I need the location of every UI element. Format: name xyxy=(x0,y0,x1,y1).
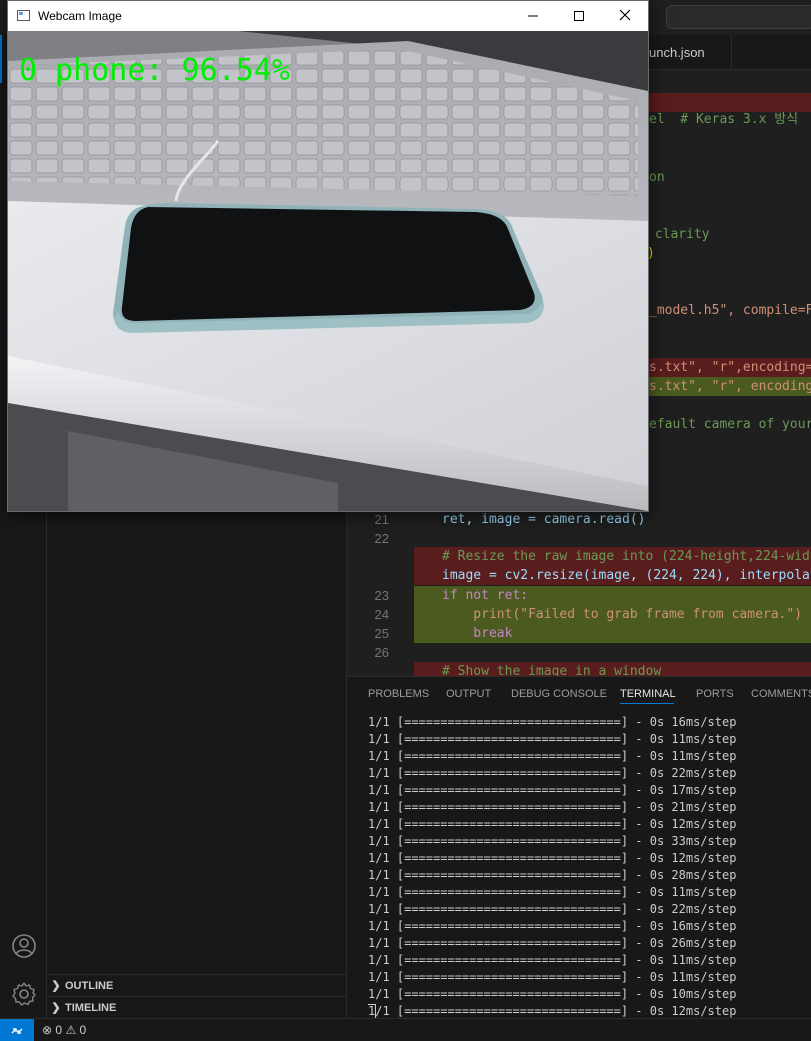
line-text: on xyxy=(649,170,665,185)
remote-icon xyxy=(11,1028,23,1034)
terminal-line: 1/1 [==============================] - 0… xyxy=(368,970,737,984)
bottom-panel: PROBLEMS OUTPUT DEBUG CONSOLE TERMINAL P… xyxy=(347,676,811,1019)
line-text: s.txt", "r",encoding="ut xyxy=(649,360,811,375)
line-text: ret, image = camera.read() xyxy=(442,512,646,527)
remote-indicator-button[interactable] xyxy=(0,1019,34,1041)
tab-output[interactable]: OUTPUT xyxy=(446,677,491,712)
line-text: efault camera of your co xyxy=(649,417,811,432)
tab-debug-console[interactable]: DEBUG CONSOLE xyxy=(511,677,607,712)
line-number: 24 xyxy=(374,607,389,622)
terminal-line-text: 1/1 [==============================] - 0… xyxy=(368,1004,737,1018)
line-number: 22 xyxy=(374,531,389,546)
line-text: image = cv2.resize(image, (224, 224), in… xyxy=(442,568,811,583)
terminal-output[interactable]: 1/1 [==============================] - 0… xyxy=(368,714,811,1019)
timeline-label: TIMELINE xyxy=(65,1002,117,1014)
line-number: 21 xyxy=(374,512,389,527)
error-count: 0 xyxy=(55,1023,63,1037)
code-line: 22 xyxy=(347,529,811,548)
code-line: 26 xyxy=(347,643,811,662)
terminal-line: 1/1 [==============================] - 0… xyxy=(368,715,737,729)
window-app-icon xyxy=(17,10,30,21)
problems-status-item[interactable]: ⊗ 0 ⚠ 0 xyxy=(42,1019,86,1041)
terminal-line: 1/1 [==============================] - 0… xyxy=(368,749,737,763)
line-text: break xyxy=(442,626,513,641)
tab-ports[interactable]: PORTS xyxy=(696,677,734,712)
terminal-line: 1/1 [==============================] - 0… xyxy=(368,783,737,797)
webcam-frame: 0 phone: 96.54% xyxy=(8,31,648,511)
gear-icon[interactable] xyxy=(11,981,37,1007)
terminal-line: 1/1 [==============================] - 0… xyxy=(368,834,737,848)
tab-terminal[interactable]: TERMINAL xyxy=(620,677,676,712)
minimize-button-real[interactable] xyxy=(510,1,556,31)
terminal-line: 1/1 [==============================] - 0… xyxy=(368,868,737,882)
warning-icon: ⚠ xyxy=(65,1023,77,1037)
webcam-titlebar[interactable]: Webcam Image xyxy=(8,1,648,31)
code-line: 24 print("Failed to grab frame from came… xyxy=(347,605,811,624)
line-text: print("Failed to grab frame from camera.… xyxy=(442,607,803,622)
outline-section-header[interactable]: ❯ OUTLINE xyxy=(47,974,347,996)
code-line: 25 break xyxy=(347,624,811,643)
terminal-line: 1/1 [==============================] - 0… xyxy=(368,817,737,831)
line-text: clarity xyxy=(647,227,710,242)
line-text: _model.h5", compile=False xyxy=(649,303,811,318)
webcam-window[interactable]: Webcam Image 0 phone: 96.54% xyxy=(7,0,649,512)
code-line: 21 ret, image = camera.read() xyxy=(347,510,811,529)
tab-problems[interactable]: PROBLEMS xyxy=(368,677,429,712)
detection-label: 0 phone: 96.54% xyxy=(19,53,290,88)
error-icon: ⊗ xyxy=(42,1023,53,1037)
terminal-line: 1/1 [==============================] - 0… xyxy=(368,800,737,814)
chevron-right-icon: ❯ xyxy=(51,1002,61,1014)
code-line: # Resize the raw image into (224-height,… xyxy=(414,547,811,566)
timeline-section-header[interactable]: ❯ TIMELINE xyxy=(47,996,347,1018)
line-text: s.txt", "r", encoding="u xyxy=(649,379,811,394)
line-number: 23 xyxy=(374,588,389,603)
line-number: 26 xyxy=(374,645,389,660)
terminal-line: 1/1 [==============================] - 0… xyxy=(368,987,737,1001)
code-line: image = cv2.resize(image, (224, 224), in… xyxy=(414,566,811,585)
terminal-line: 1/1 [==============================] - 0… xyxy=(368,732,737,746)
terminal-line: 1/1 [==============================] - 0… xyxy=(368,936,737,950)
minimize-icon xyxy=(528,15,538,17)
code-line: # Show the image in a window xyxy=(414,662,811,676)
window-title: Webcam Image xyxy=(38,9,122,23)
terminal-line: 1/1 [==============================] - 0… xyxy=(368,953,737,967)
command-center-search[interactable] xyxy=(666,5,811,29)
terminal-line-last: 1/1 [==============================] - 0… xyxy=(368,1003,811,1019)
terminal-line: 1/1 [==============================] - 0… xyxy=(368,851,737,865)
chevron-right-icon: ❯ xyxy=(51,980,61,992)
terminal-line: 1/1 [==============================] - 0… xyxy=(368,766,737,780)
active-view-indicator xyxy=(0,35,2,83)
maximize-icon xyxy=(574,11,584,21)
account-icon[interactable] xyxy=(11,933,37,959)
line-text: if not ret: xyxy=(442,588,529,603)
warning-count: 0 xyxy=(79,1023,87,1037)
terminal-line: 1/1 [==============================] - 0… xyxy=(368,919,737,933)
maximize-button[interactable] xyxy=(556,1,602,31)
tab-comments[interactable]: COMMENTS xyxy=(751,677,811,712)
tab-launch-json[interactable]: unch.json xyxy=(647,35,732,70)
status-bar: ⊗ 0 ⚠ 0 xyxy=(0,1018,811,1041)
line-number: 25 xyxy=(374,626,389,641)
line-text: # Resize the raw image into (224-height,… xyxy=(442,549,811,564)
webcam-photo xyxy=(8,31,648,511)
close-button[interactable] xyxy=(602,1,648,31)
close-icon xyxy=(619,9,631,21)
outline-label: OUTLINE xyxy=(65,980,114,992)
terminal-line: 1/1 [==============================] - 0… xyxy=(368,902,737,916)
line-text: # Show the image in a window xyxy=(442,664,662,676)
code-line: 23 if not ret: xyxy=(347,586,811,605)
active-tab-underline xyxy=(620,703,674,704)
line-text: el # Keras 3.x 방식 xyxy=(649,112,799,127)
terminal-line: 1/1 [==============================] - 0… xyxy=(368,885,737,899)
